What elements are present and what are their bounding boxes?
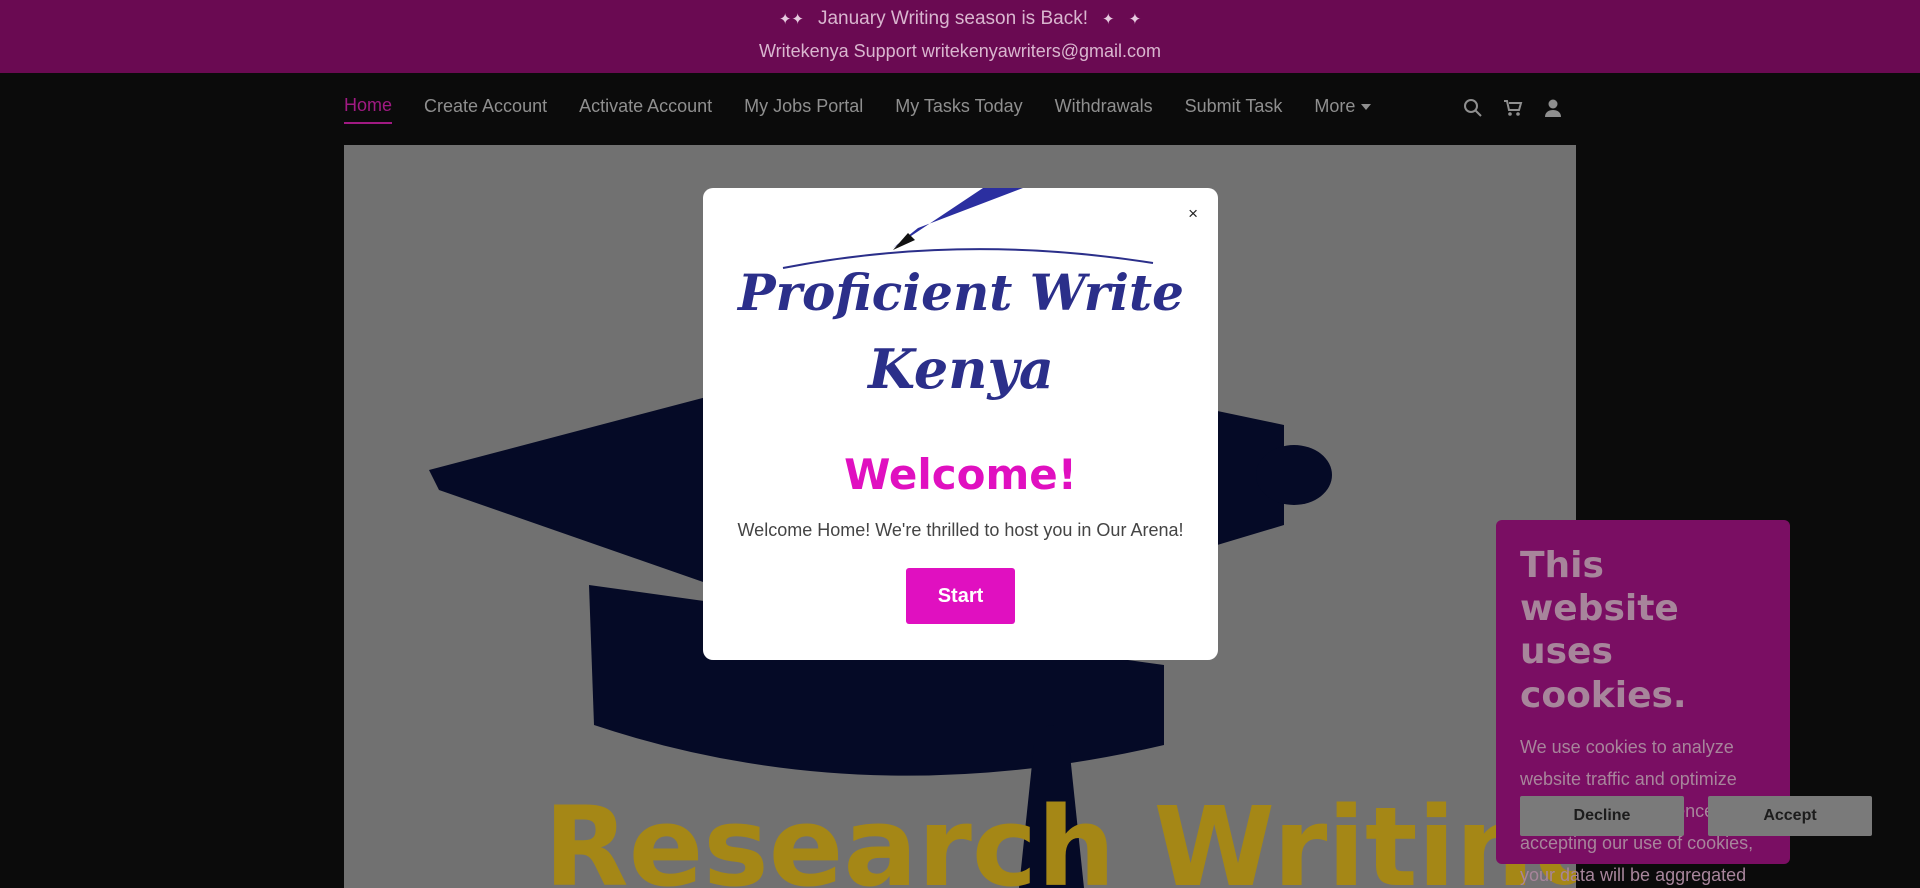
nav-item-my-tasks-today[interactable]: My Tasks Today — [895, 95, 1022, 124]
cookie-title: This website uses cookies. — [1520, 545, 1687, 716]
user-icon[interactable] — [1542, 97, 1564, 119]
announcement-bar: ✦✦ January Writing season is Back! ✦ ✦ W… — [0, 0, 1920, 73]
nav-item-activate-account[interactable]: Activate Account — [579, 95, 712, 124]
site-header: Home Create Account Activate Account My … — [0, 73, 1920, 145]
nav-item-submit-task[interactable]: Submit Task — [1185, 95, 1283, 124]
support-contact: Writekenya Support writekenyawriters@gma… — [758, 41, 1162, 61]
header-icons — [1462, 97, 1564, 119]
announcement-line1: ✦✦ January Writing season is Back! ✦ ✦ — [0, 8, 1920, 30]
logo-line1: Proficient Write — [736, 263, 1184, 322]
nav-item-create-account[interactable]: Create Account — [424, 95, 547, 124]
cart-icon[interactable] — [1502, 97, 1524, 119]
feather-icon: ✦ — [1101, 11, 1115, 28]
modal-title: Welcome! — [844, 450, 1077, 499]
nav-item-withdrawals[interactable]: Withdrawals — [1055, 95, 1153, 124]
proficient-write-logo: Proficient Write Kenya — [736, 188, 1184, 401]
search-icon[interactable] — [1462, 97, 1484, 119]
logo-line2: Kenya — [866, 337, 1054, 401]
announcement-text: January Writing season is Back! — [817, 8, 1088, 29]
nav-item-my-jobs-portal[interactable]: My Jobs Portal — [744, 95, 863, 124]
feather-icon: ✦✦ — [778, 11, 804, 28]
decline-button[interactable]: Decline — [1520, 796, 1684, 836]
close-icon[interactable]: × — [1188, 204, 1198, 224]
start-button[interactable]: Start — [906, 568, 1015, 624]
accept-button[interactable]: Accept — [1708, 796, 1872, 836]
chevron-down-icon — [1361, 103, 1372, 110]
modal-message: Welcome Home! We're thrilled to host you… — [737, 520, 1184, 540]
cookie-buttons: Decline Accept — [1520, 796, 1872, 836]
nav-item-more[interactable]: More — [1314, 95, 1372, 124]
welcome-modal: × Proficient Write Kenya Welcome! Welcom… — [703, 188, 1218, 660]
cookie-banner: This website uses cookies. We use cookie… — [1496, 520, 1872, 885]
main-nav: Home Create Account Activate Account My … — [344, 95, 1372, 124]
hero-logo-text: Research Writing — [544, 783, 1576, 888]
nav-item-home[interactable]: Home — [344, 95, 393, 124]
nav-more-label: More — [1314, 96, 1356, 116]
feather-icon: ✦ — [1128, 11, 1142, 28]
